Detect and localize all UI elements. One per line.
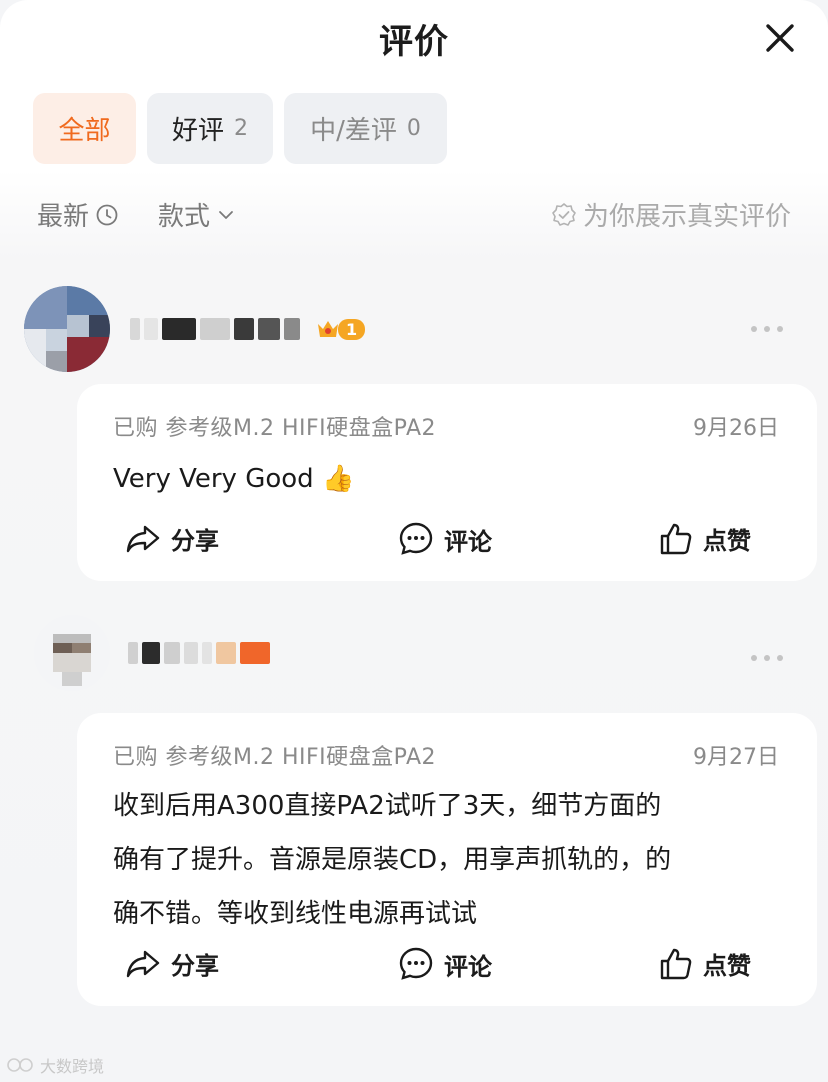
avatar[interactable] [24, 286, 110, 372]
review-text: Very Very Good 👍 [113, 464, 355, 494]
like-button[interactable]: 点赞 [659, 946, 751, 981]
share-icon [126, 525, 160, 552]
comment-icon [399, 522, 433, 555]
share-icon [126, 950, 160, 977]
username-masked [128, 642, 270, 664]
filter-bar: 最新 款式 为你展示真实评价 [37, 196, 797, 236]
real-reviews-text: 为你展示真实评价 [582, 202, 791, 232]
share-button[interactable]: 分享 [125, 521, 219, 556]
comment-button[interactable]: 评论 [398, 521, 492, 557]
sort-newest-label: 最新 [37, 202, 90, 232]
style-filter-dropdown[interactable]: 款式 [158, 196, 236, 233]
watermark-text: 大数跨境 [40, 1057, 105, 1076]
like-button[interactable]: 点赞 [659, 521, 751, 556]
more-options-icon[interactable] [750, 324, 784, 334]
comment-label: 评论 [444, 527, 492, 556]
avatar-image [34, 615, 110, 691]
purchase-info: 已购 参考级M.2 HIFI硬盘盒PA2 [113, 416, 437, 441]
watermark-logo-icon [7, 1058, 33, 1072]
review-text-line: 确有了提升。音源是原装CD，用享声抓轨的，的 [113, 845, 672, 875]
clock-icon [96, 204, 118, 225]
share-label: 分享 [171, 952, 219, 980]
tab-neutral-negative-label: 中/差评 [310, 116, 397, 146]
avatar-image [24, 286, 110, 372]
share-button[interactable]: 分享 [125, 946, 219, 981]
style-filter-label: 款式 [158, 202, 211, 232]
tab-positive-label: 好评 [171, 116, 224, 146]
review-date: 9月27日 [693, 745, 779, 770]
review-text: 收到后用A300直接PA2试听了3天，细节方面的 确有了提升。音源是原装CD，用… [113, 779, 793, 941]
verified-shield-icon [552, 202, 576, 226]
review-text-line: 收到后用A300直接PA2试听了3天，细节方面的 [113, 791, 662, 821]
close-button[interactable] [760, 18, 800, 58]
comment-button[interactable]: 评论 [398, 946, 492, 982]
share-label: 分享 [171, 527, 219, 555]
review-date: 9月26日 [693, 416, 779, 441]
tab-positive-count: 2 [234, 116, 248, 141]
review-sheet: 评价 全部 好评 2 中/差评 0 最新 款式 为你展示真实评价 1 已购 参考… [0, 0, 828, 1082]
thumbs-up-icon [660, 948, 692, 979]
review-card: 已购 参考级M.2 HIFI硬盘盒PA2 9月27日 收到后用A300直接PA2… [77, 713, 817, 1006]
member-level-number: 1 [338, 318, 366, 340]
tab-positive[interactable]: 好评 2 [147, 93, 273, 164]
sort-newest-button[interactable]: 最新 [37, 196, 119, 233]
rating-tabs: 全部 好评 2 中/差评 0 [33, 93, 447, 164]
comment-label: 评论 [444, 952, 492, 981]
crown-icon [318, 321, 338, 337]
review-actions: 分享 评论 点赞 [77, 521, 817, 561]
purchase-info: 已购 参考级M.2 HIFI硬盘盒PA2 [113, 745, 437, 770]
username-masked: 1 [130, 318, 366, 340]
page-title: 评价 [379, 22, 449, 62]
member-level-badge: 1 [316, 318, 366, 340]
review-card: 已购 参考级M.2 HIFI硬盘盒PA2 9月26日 Very Very Goo… [77, 384, 817, 581]
real-reviews-notice: 为你展示真实评价 [551, 196, 791, 233]
like-label: 点赞 [703, 527, 751, 555]
more-options-icon[interactable] [750, 653, 784, 663]
comment-icon [399, 947, 433, 980]
tab-neutral-negative-count: 0 [406, 116, 421, 141]
chevron-down-icon [219, 210, 233, 219]
review-text-line: 确不错。等收到线性电源再试试 [113, 899, 478, 929]
watermark: 大数跨境 [6, 1053, 104, 1077]
close-icon [766, 24, 794, 52]
reviewer-1: 1 [24, 286, 366, 372]
avatar[interactable] [34, 615, 110, 691]
reviewer-2 [34, 615, 270, 691]
tab-all-label: 全部 [58, 116, 111, 146]
tab-neutral-negative[interactable]: 中/差评 0 [284, 93, 447, 164]
like-label: 点赞 [703, 952, 751, 980]
review-actions: 分享 评论 点赞 [77, 946, 817, 986]
tab-all[interactable]: 全部 [33, 93, 136, 164]
thumbs-up-icon [660, 523, 692, 554]
